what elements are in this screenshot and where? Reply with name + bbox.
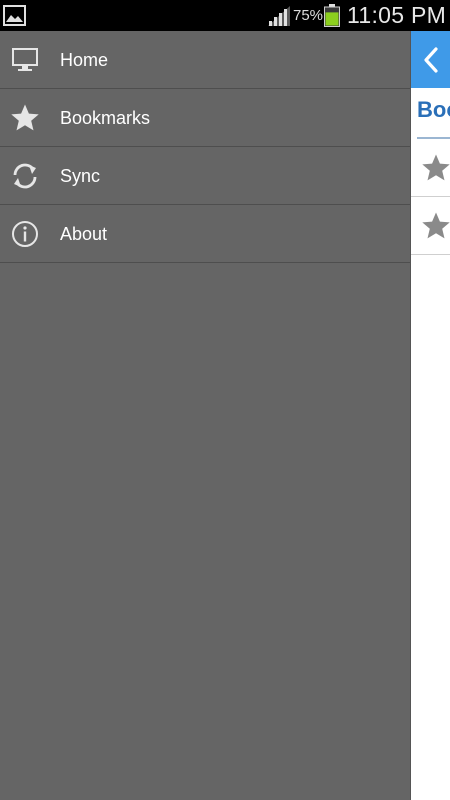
star-icon	[422, 154, 450, 181]
drawer-item-home[interactable]: Home	[0, 31, 410, 89]
battery-percent: 75%	[293, 7, 324, 24]
content-panel[interactable]: Bookmarks	[410, 31, 450, 800]
status-bar: 75% 11:05 PM	[0, 0, 450, 31]
image-notification-icon	[3, 5, 26, 26]
drawer-item-label: Sync	[60, 166, 101, 186]
drawer-item-about[interactable]: About	[0, 205, 410, 263]
list-item[interactable]	[411, 139, 450, 197]
monitor-icon	[12, 48, 38, 71]
star-icon	[11, 104, 39, 131]
info-icon	[12, 221, 38, 247]
page-title: Bookmarks	[417, 97, 450, 122]
sync-icon	[13, 163, 37, 189]
clock: 11:05 PM	[347, 2, 447, 28]
chevron-left-icon[interactable]	[421, 46, 441, 74]
drawer-item-label: About	[60, 224, 108, 244]
battery-icon	[324, 4, 340, 27]
drawer-item-bookmarks[interactable]: Bookmarks	[0, 89, 410, 147]
navigation-drawer: Home Bookmarks Sync About	[0, 31, 410, 800]
drawer-item-label: Bookmarks	[60, 108, 151, 128]
star-icon	[422, 212, 450, 239]
action-bar	[411, 31, 450, 88]
drawer-item-sync[interactable]: Sync	[0, 147, 410, 205]
drawer-item-label: Home	[60, 50, 109, 70]
list-item[interactable]	[411, 197, 450, 255]
signal-icon	[268, 6, 290, 26]
